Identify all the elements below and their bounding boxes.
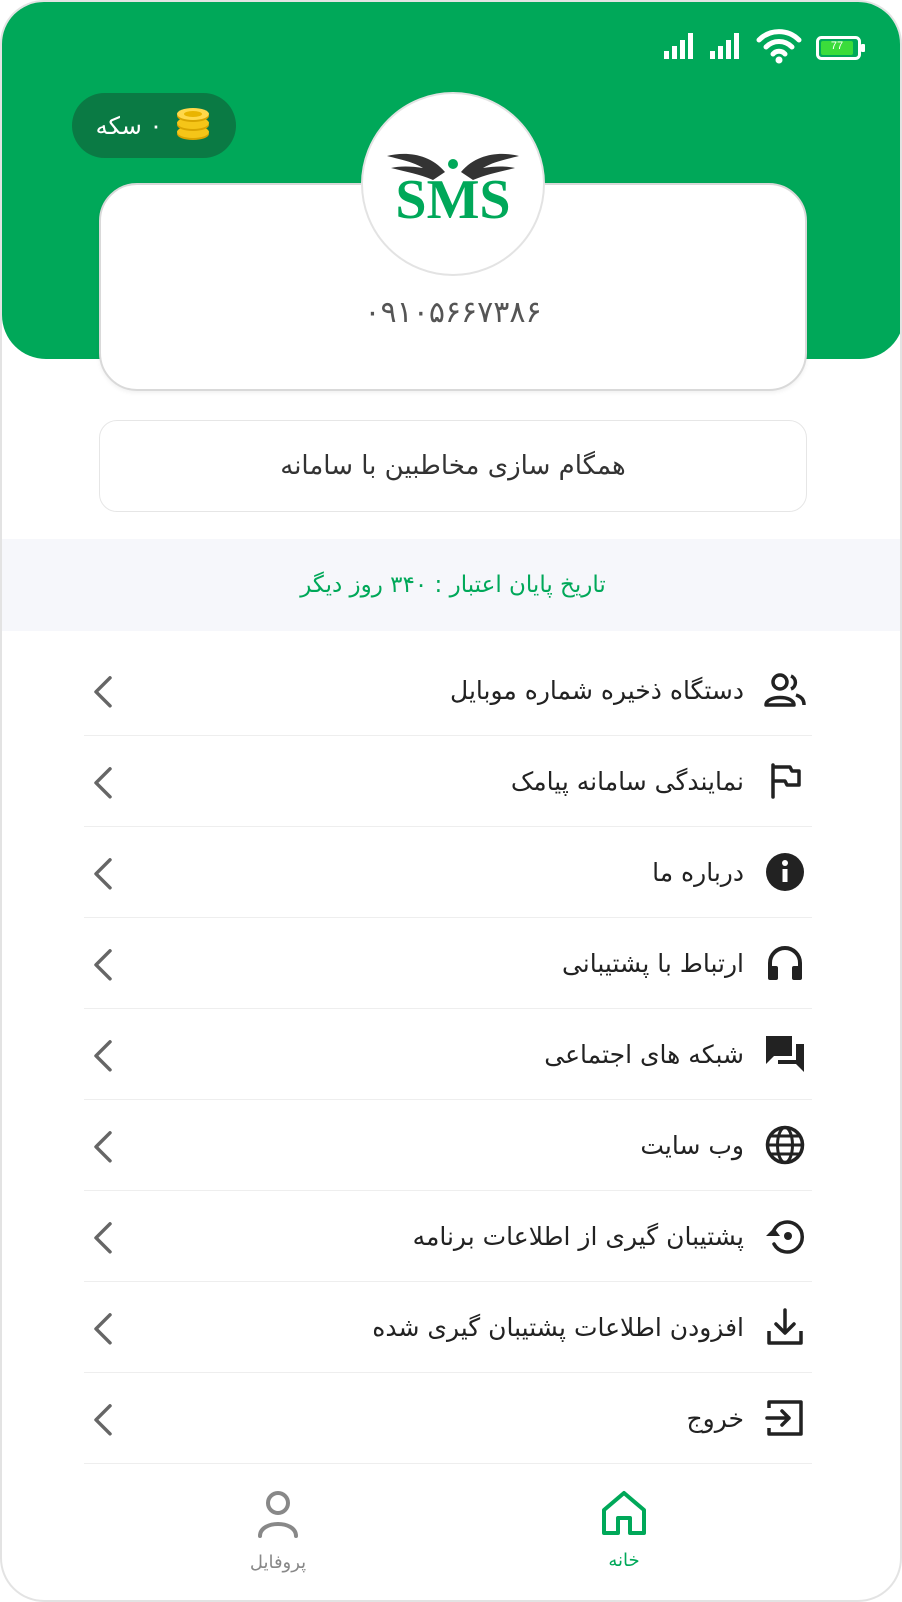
- menu-item-agency[interactable]: نمایندگی سامانه پیامک: [84, 736, 812, 827]
- menu-item-label: درباره ما: [652, 857, 744, 887]
- chevron-left-icon: [92, 766, 114, 804]
- menu-item-label: شبکه های اجتماعی: [544, 1039, 744, 1069]
- phone-number: ۰۹۱۰۵۶۶۷۳۸۶: [364, 295, 542, 330]
- menu-item-label: ارتباط با پشتیبانی: [561, 948, 744, 978]
- nav-label-home: خانه: [608, 1550, 640, 1571]
- menu-item-label: نمایندگی سامانه پیامک: [510, 766, 744, 796]
- app-screen: 77 ۰ سکه ۰۹۱۰۵۶۶۷۳۸۶ SMS همگام سازی مخاط…: [0, 0, 902, 1602]
- coin-balance[interactable]: ۰ سکه: [72, 93, 236, 158]
- battery-level: 77: [830, 40, 844, 52]
- chevron-left-icon: [92, 1403, 114, 1441]
- chevron-left-icon: [92, 1221, 114, 1259]
- sync-contacts-label: همگام سازی مخاطبین با سامانه: [280, 451, 626, 481]
- menu-item-label: افزودن اطلاعات پشتیبان گیری شده: [372, 1312, 744, 1342]
- chevron-left-icon: [92, 675, 114, 713]
- bottom-navigation: پروفایل خانه: [2, 1462, 900, 1600]
- wifi-icon: [756, 28, 802, 68]
- flag-icon: [762, 758, 808, 804]
- info-icon: [762, 849, 808, 895]
- chevron-left-icon: [92, 857, 114, 895]
- status-bar: 77: [664, 28, 866, 68]
- menu-item-label: پشتیبان گیری از اطلاعات برنامه: [412, 1221, 744, 1251]
- chevron-left-icon: [92, 1312, 114, 1350]
- chevron-left-icon: [92, 1039, 114, 1077]
- menu-item-support[interactable]: ارتباط با پشتیبانی: [84, 918, 812, 1009]
- sms-logo-icon: SMS: [383, 142, 523, 231]
- contacts-icon: [762, 667, 808, 713]
- sync-contacts-button[interactable]: همگام سازی مخاطبین با سامانه: [99, 420, 807, 512]
- expiry-text: تاریخ پایان اعتبار : ۳۴۰ روز دیگر: [300, 572, 606, 598]
- menu-item-mobile-storage[interactable]: دستگاه ذخیره شماره موبایل: [84, 645, 812, 736]
- menu-item-website[interactable]: وب سایت: [84, 1100, 812, 1191]
- expiry-info: تاریخ پایان اعتبار : ۳۴۰ روز دیگر: [2, 539, 900, 631]
- menu-item-social[interactable]: شبکه های اجتماعی: [84, 1009, 812, 1100]
- chat-icon: [762, 1031, 808, 1077]
- avatar: SMS: [361, 92, 545, 276]
- menu-item-restore[interactable]: افزودن اطلاعات پشتیبان گیری شده: [84, 1282, 812, 1373]
- menu-item-backup[interactable]: پشتیبان گیری از اطلاعات برنامه: [84, 1191, 812, 1282]
- home-icon: [600, 1490, 648, 1540]
- headphones-icon: [762, 940, 808, 986]
- menu-item-logout[interactable]: خروج: [84, 1373, 812, 1464]
- chevron-left-icon: [92, 1130, 114, 1168]
- settings-menu: دستگاه ذخیره شماره موبایل نمایندگی سامان…: [84, 645, 812, 1464]
- chevron-left-icon: [92, 948, 114, 986]
- nav-item-profile[interactable]: پروفایل: [208, 1490, 348, 1573]
- menu-item-label: خروج: [686, 1403, 744, 1433]
- coin-balance-label: ۰ سکه: [95, 111, 163, 140]
- battery-icon: 77: [816, 36, 866, 60]
- signal-icon: [664, 33, 696, 63]
- logo-text: SMS: [395, 169, 510, 222]
- menu-item-label: وب سایت: [640, 1130, 744, 1160]
- globe-icon: [762, 1122, 808, 1168]
- menu-item-label: دستگاه ذخیره شماره موبایل: [450, 675, 744, 705]
- nav-label-profile: پروفایل: [249, 1552, 307, 1573]
- menu-item-about[interactable]: درباره ما: [84, 827, 812, 918]
- coins-icon: [174, 104, 212, 148]
- backup-icon: [762, 1213, 808, 1259]
- user-icon: [256, 1490, 300, 1542]
- nav-item-home[interactable]: خانه: [554, 1490, 694, 1571]
- download-icon: [762, 1304, 808, 1350]
- logout-icon: [762, 1395, 808, 1441]
- signal-icon: [710, 33, 742, 63]
